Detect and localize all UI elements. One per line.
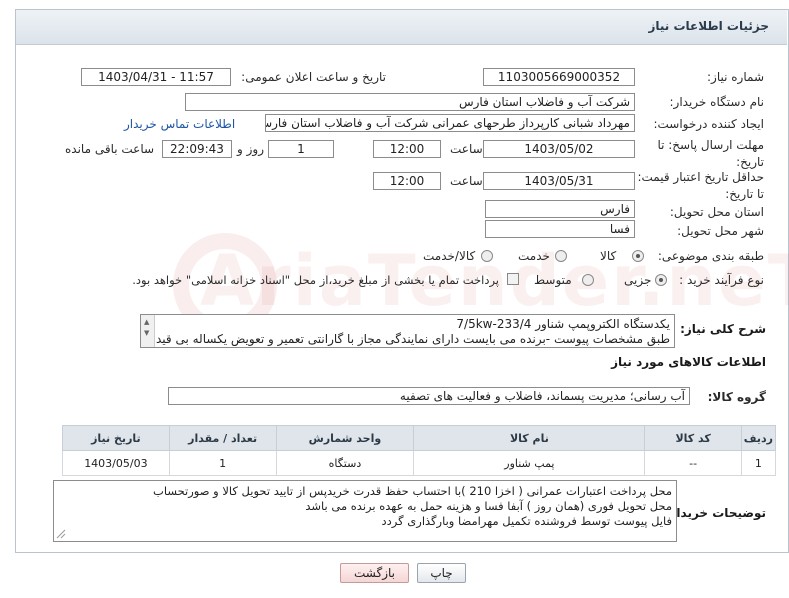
- cell-date: 1403/05/03: [62, 450, 170, 476]
- validity-time-label: ساعت: [450, 174, 483, 188]
- scroll-down-icon[interactable]: ▼: [144, 329, 149, 337]
- col-row: ردیف: [740, 425, 777, 451]
- process-option-medium: متوسط: [534, 273, 572, 287]
- remaining-time-label: ساعت باقی مانده: [65, 142, 155, 156]
- goods-group-field[interactable]: آب رسانی؛ مدیریت پسماند، فاضلاب و فعالیت…: [168, 387, 690, 405]
- description-line-2: طبق مشخصات پیوست -برنده می بایست دارای ن…: [146, 332, 670, 346]
- days-field[interactable]: 1: [268, 140, 334, 158]
- deadline-time-label: ساعت: [450, 142, 483, 156]
- city-label: شهر محل تحویل:: [677, 224, 764, 238]
- buyer-notes-textarea[interactable]: محل پرداخت اعتبارات عمرانی ( اخزا 210 )ب…: [53, 480, 677, 542]
- cell-code: --: [644, 450, 742, 476]
- process-label: نوع فرآیند خرید :: [679, 273, 764, 287]
- creator-label: ایجاد کننده درخواست:: [653, 117, 764, 131]
- scroll-up-icon[interactable]: ▲: [144, 318, 149, 326]
- goods-table: ردیف کد کالا نام کالا واحد شمارش تعداد /…: [62, 425, 777, 476]
- col-qty: تعداد / مقدار: [168, 425, 277, 451]
- process-option-minor: جزیی: [624, 273, 652, 287]
- col-code: کد کالا: [644, 425, 742, 451]
- remaining-time-field[interactable]: 22:09:43: [162, 140, 232, 158]
- col-name: نام کالا: [413, 425, 646, 451]
- category-label: طبقه بندی موضوعی:: [657, 249, 764, 263]
- description-scrollbar[interactable]: ▲ ▼: [141, 315, 155, 347]
- cell-unit: دستگاه: [275, 450, 415, 476]
- table-row[interactable]: 1 -- پمپ شناور دستگاه 1 1403/05/03: [62, 450, 777, 476]
- col-date: تاریخ نیاز: [62, 425, 170, 451]
- cell-qty: 1: [168, 450, 277, 476]
- creator-field[interactable]: مهرداد شبانی کارپرداز طرحهای عمرانی شرکت…: [265, 114, 635, 132]
- process-radio-medium[interactable]: [582, 274, 594, 286]
- buyer-field[interactable]: شرکت آب و فاضلاب استان فارس: [185, 93, 635, 111]
- goods-group-label: گروه کالا:: [707, 390, 766, 404]
- treasury-payment-checkbox[interactable]: [507, 273, 519, 285]
- validity-date-field[interactable]: 1403/05/31: [483, 172, 635, 190]
- announce-label: تاریخ و ساعت اعلان عمومی:: [241, 70, 386, 84]
- cell-name: پمپ شناور: [413, 450, 646, 476]
- validity-label: حداقل تاریخ اعتبار قیمت: تا تاریخ:: [637, 170, 764, 201]
- back-button[interactable]: بازگشت: [340, 563, 409, 583]
- category-option-goods: کالا: [600, 249, 617, 263]
- deadline-label: مهلت ارسال پاسخ: تا تاریخ:: [657, 138, 764, 169]
- buyer-notes-label: توضیحات خریدار:: [664, 506, 766, 520]
- buyer-contact-link[interactable]: اطلاعات تماس خریدار: [124, 117, 235, 131]
- deadline-date-field[interactable]: 1403/05/02: [483, 140, 635, 158]
- deadline-time-field[interactable]: 12:00: [373, 140, 441, 158]
- buyer-notes-line-3: فایل پیوست توسط فروشنده تکمیل مهرامضا وب…: [381, 514, 672, 528]
- print-button[interactable]: چاپ: [417, 563, 466, 583]
- page-title: جزئیات اطلاعات نیاز: [648, 19, 769, 33]
- col-unit: واحد شمارش: [275, 425, 415, 451]
- process-radio-minor[interactable]: [655, 274, 667, 286]
- description-label: شرح کلی نیاز:: [680, 322, 766, 336]
- description-textarea[interactable]: یکدستگاه الکتروپمپ شناور 7/5kw-233/4 طبق…: [140, 314, 675, 348]
- category-radio-goods-service[interactable]: [481, 250, 493, 262]
- days-label: روز و: [237, 142, 264, 156]
- city-field[interactable]: فسا: [485, 220, 635, 238]
- treasury-payment-note: پرداخت تمام یا بخشی از مبلغ خرید،از محل …: [132, 273, 499, 287]
- resize-handle-icon[interactable]: [56, 529, 66, 539]
- need-number-field[interactable]: 1103005669000352: [483, 68, 635, 86]
- category-option-service: خدمت: [518, 249, 550, 263]
- buyer-notes-line-2: محل تحویل فوری (همان روز ) آبفا فسا و هز…: [305, 499, 672, 513]
- buyer-notes-line-1: محل پرداخت اعتبارات عمرانی ( اخزا 210 )ب…: [153, 484, 672, 498]
- announce-datetime-field[interactable]: 1403/04/31 - 11:57: [81, 68, 231, 86]
- category-option-goods-service: کالا/خدمت: [423, 249, 476, 263]
- category-radio-goods[interactable]: [632, 250, 644, 262]
- province-label: استان محل تحویل:: [669, 205, 764, 219]
- validity-time-field[interactable]: 12:00: [373, 172, 441, 190]
- province-field[interactable]: فارس: [485, 200, 635, 218]
- description-line-1: یکدستگاه الکتروپمپ شناور 7/5kw-233/4: [456, 317, 670, 331]
- category-radio-service[interactable]: [555, 250, 567, 262]
- goods-section-title: اطلاعات کالاهای مورد نیاز: [611, 355, 766, 369]
- goods-table-header: ردیف کد کالا نام کالا واحد شمارش تعداد /…: [62, 425, 777, 451]
- buyer-label: نام دستگاه خریدار:: [669, 95, 765, 109]
- cell-row: 1: [740, 450, 777, 476]
- need-number-label: شماره نیاز:: [707, 70, 764, 84]
